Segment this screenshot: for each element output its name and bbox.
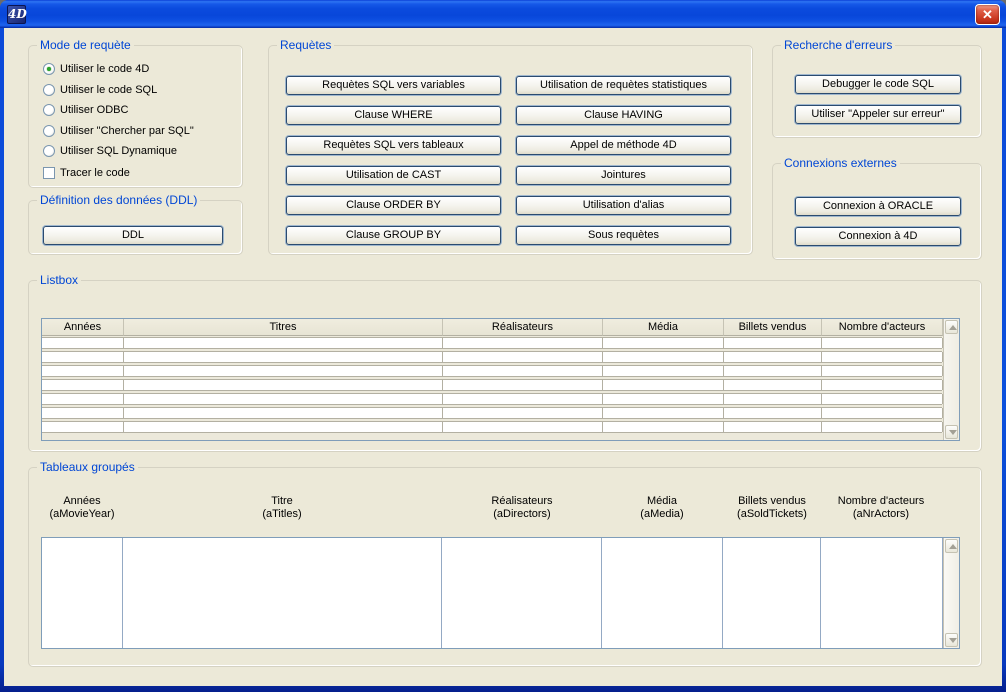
close-button[interactable]: ✕ bbox=[975, 4, 1000, 25]
app-icon: 4D bbox=[7, 5, 26, 24]
radio-icon[interactable] bbox=[43, 84, 55, 96]
radio-label: Utiliser le code SQL bbox=[60, 84, 157, 96]
grid-column-realisateurs[interactable] bbox=[442, 538, 602, 648]
group-title: Recherche d'erreurs bbox=[781, 38, 895, 52]
radio-utiliser-odbc[interactable]: Utiliser ODBC bbox=[43, 102, 128, 117]
requetes-sql-vers-variables-button[interactable]: Requètes SQL vers variables bbox=[286, 76, 501, 95]
radio-icon[interactable] bbox=[43, 104, 55, 116]
column-label-titre: Titre(aTitles) bbox=[212, 495, 352, 521]
column-header-nombre-acteurs[interactable]: Nombre d'acteurs bbox=[822, 319, 943, 336]
listbox-group: Listbox Années Titres Réalisateurs Média… bbox=[28, 280, 982, 452]
column-header-media[interactable]: Média bbox=[603, 319, 724, 336]
up-arrow-icon bbox=[949, 544, 957, 549]
radio-sql-dynamique[interactable]: Utiliser SQL Dynamique bbox=[43, 143, 177, 158]
requetes-statistiques-button[interactable]: Utilisation de requètes statistiques bbox=[516, 76, 731, 95]
title-bar[interactable]: 4D ✕ bbox=[0, 0, 1006, 28]
grid-column-titre[interactable] bbox=[123, 538, 442, 648]
radio-label: Utiliser le code 4D bbox=[60, 63, 149, 75]
sous-requetes-button[interactable]: Sous requètes bbox=[516, 226, 731, 245]
radio-chercher-par-sql[interactable]: Utiliser "Chercher par SQL" bbox=[43, 123, 194, 138]
column-header-realisateurs[interactable]: Réalisateurs bbox=[443, 319, 603, 336]
column-header-annees[interactable]: Années bbox=[42, 319, 124, 336]
checkbox-icon[interactable] bbox=[43, 167, 55, 179]
table-row[interactable] bbox=[42, 393, 942, 405]
listbox-header-row: Années Titres Réalisateurs Média Billets… bbox=[42, 319, 959, 336]
utilisation-de-cast-button[interactable]: Utilisation de CAST bbox=[286, 166, 501, 185]
window-client-area: Mode de requète Utiliser le code 4D Util… bbox=[4, 28, 1002, 686]
clause-where-button[interactable]: Clause WHERE bbox=[286, 106, 501, 125]
mode-de-requete-group: Mode de requète Utiliser le code 4D Util… bbox=[28, 45, 243, 188]
down-arrow-icon bbox=[949, 430, 957, 435]
radio-label: Utiliser SQL Dynamique bbox=[60, 145, 177, 157]
debugger-le-code-sql-button[interactable]: Debugger le code SQL bbox=[795, 75, 961, 94]
grouped-grid-scrollbar[interactable] bbox=[943, 538, 959, 648]
table-row[interactable] bbox=[42, 379, 942, 391]
column-header-billets-vendus[interactable]: Billets vendus bbox=[724, 319, 822, 336]
requetes-sql-vers-tableaux-button[interactable]: Requètes SQL vers tableaux bbox=[286, 136, 501, 155]
scroll-up-button[interactable] bbox=[945, 320, 958, 334]
table-row[interactable] bbox=[42, 365, 942, 377]
group-title: Mode de requète bbox=[37, 38, 134, 52]
ddl-button[interactable]: DDL bbox=[43, 226, 223, 245]
utilisation-alias-button[interactable]: Utilisation d'alias bbox=[516, 196, 731, 215]
listbox-table[interactable]: Années Titres Réalisateurs Média Billets… bbox=[41, 318, 960, 441]
grid-column-annees[interactable] bbox=[42, 538, 123, 648]
appel-de-methode-4d-button[interactable]: Appel de méthode 4D bbox=[516, 136, 731, 155]
scroll-up-button[interactable] bbox=[945, 539, 958, 553]
connexion-4d-button[interactable]: Connexion à 4D bbox=[795, 227, 961, 246]
column-label-nombre-acteurs: Nombre d'acteurs(aNrActors) bbox=[811, 495, 951, 521]
group-title: Listbox bbox=[37, 273, 81, 287]
grid-column-billets-vendus[interactable] bbox=[723, 538, 821, 648]
app-window: 4D ✕ Mode de requète Utiliser le code 4D… bbox=[0, 0, 1006, 692]
up-arrow-icon bbox=[949, 325, 957, 330]
grouped-arrays-grid[interactable] bbox=[41, 537, 960, 649]
group-title: Connexions externes bbox=[781, 156, 900, 170]
jointures-button[interactable]: Jointures bbox=[516, 166, 731, 185]
checkbox-tracer-le-code[interactable]: Tracer le code bbox=[43, 165, 130, 180]
radio-utiliser-le-code-4d[interactable]: Utiliser le code 4D bbox=[43, 61, 149, 76]
listbox-body bbox=[42, 336, 942, 440]
down-arrow-icon bbox=[949, 638, 957, 643]
radio-label: Utiliser "Chercher par SQL" bbox=[60, 125, 194, 137]
scroll-down-button[interactable] bbox=[945, 425, 958, 439]
requetes-group: Requètes Requètes SQL vers variables Cla… bbox=[268, 45, 753, 255]
clause-group-by-button[interactable]: Clause GROUP BY bbox=[286, 226, 501, 245]
column-label-annees: Années(aMovieYear) bbox=[32, 495, 132, 521]
radio-icon[interactable] bbox=[43, 63, 55, 75]
recherche-erreurs-group: Recherche d'erreurs Debugger le code SQL… bbox=[772, 45, 982, 138]
radio-icon[interactable] bbox=[43, 145, 55, 157]
checkbox-label: Tracer le code bbox=[60, 167, 130, 179]
appeler-sur-erreur-button[interactable]: Utiliser "Appeler sur erreur" bbox=[795, 105, 961, 124]
column-label-realisateurs: Réalisateurs(aDirectors) bbox=[452, 495, 592, 521]
table-row[interactable] bbox=[42, 421, 942, 433]
radio-label: Utiliser ODBC bbox=[60, 104, 128, 116]
listbox-scrollbar[interactable] bbox=[943, 319, 959, 440]
connexion-oracle-button[interactable]: Connexion à ORACLE bbox=[795, 197, 961, 216]
group-title: Tableaux groupés bbox=[37, 460, 138, 474]
radio-icon[interactable] bbox=[43, 125, 55, 137]
table-row[interactable] bbox=[42, 407, 942, 419]
grouped-columns bbox=[42, 538, 942, 648]
ddl-group: Définition des données (DDL) DDL bbox=[28, 200, 243, 255]
connexions-externes-group: Connexions externes Connexion à ORACLE C… bbox=[772, 163, 982, 260]
tableaux-groupes-group: Tableaux groupés Années(aMovieYear) Titr… bbox=[28, 467, 982, 667]
table-row[interactable] bbox=[42, 337, 942, 349]
scroll-down-button[interactable] bbox=[945, 633, 958, 647]
grid-column-nombre-acteurs[interactable] bbox=[821, 538, 943, 648]
clause-having-button[interactable]: Clause HAVING bbox=[516, 106, 731, 125]
group-title: Définition des données (DDL) bbox=[37, 193, 200, 207]
column-header-titres[interactable]: Titres bbox=[124, 319, 443, 336]
grid-column-media[interactable] bbox=[602, 538, 723, 648]
group-title: Requètes bbox=[277, 38, 334, 52]
table-row[interactable] bbox=[42, 351, 942, 363]
clause-order-by-button[interactable]: Clause ORDER BY bbox=[286, 196, 501, 215]
close-icon: ✕ bbox=[982, 7, 993, 22]
radio-utiliser-le-code-sql[interactable]: Utiliser le code SQL bbox=[43, 82, 157, 97]
